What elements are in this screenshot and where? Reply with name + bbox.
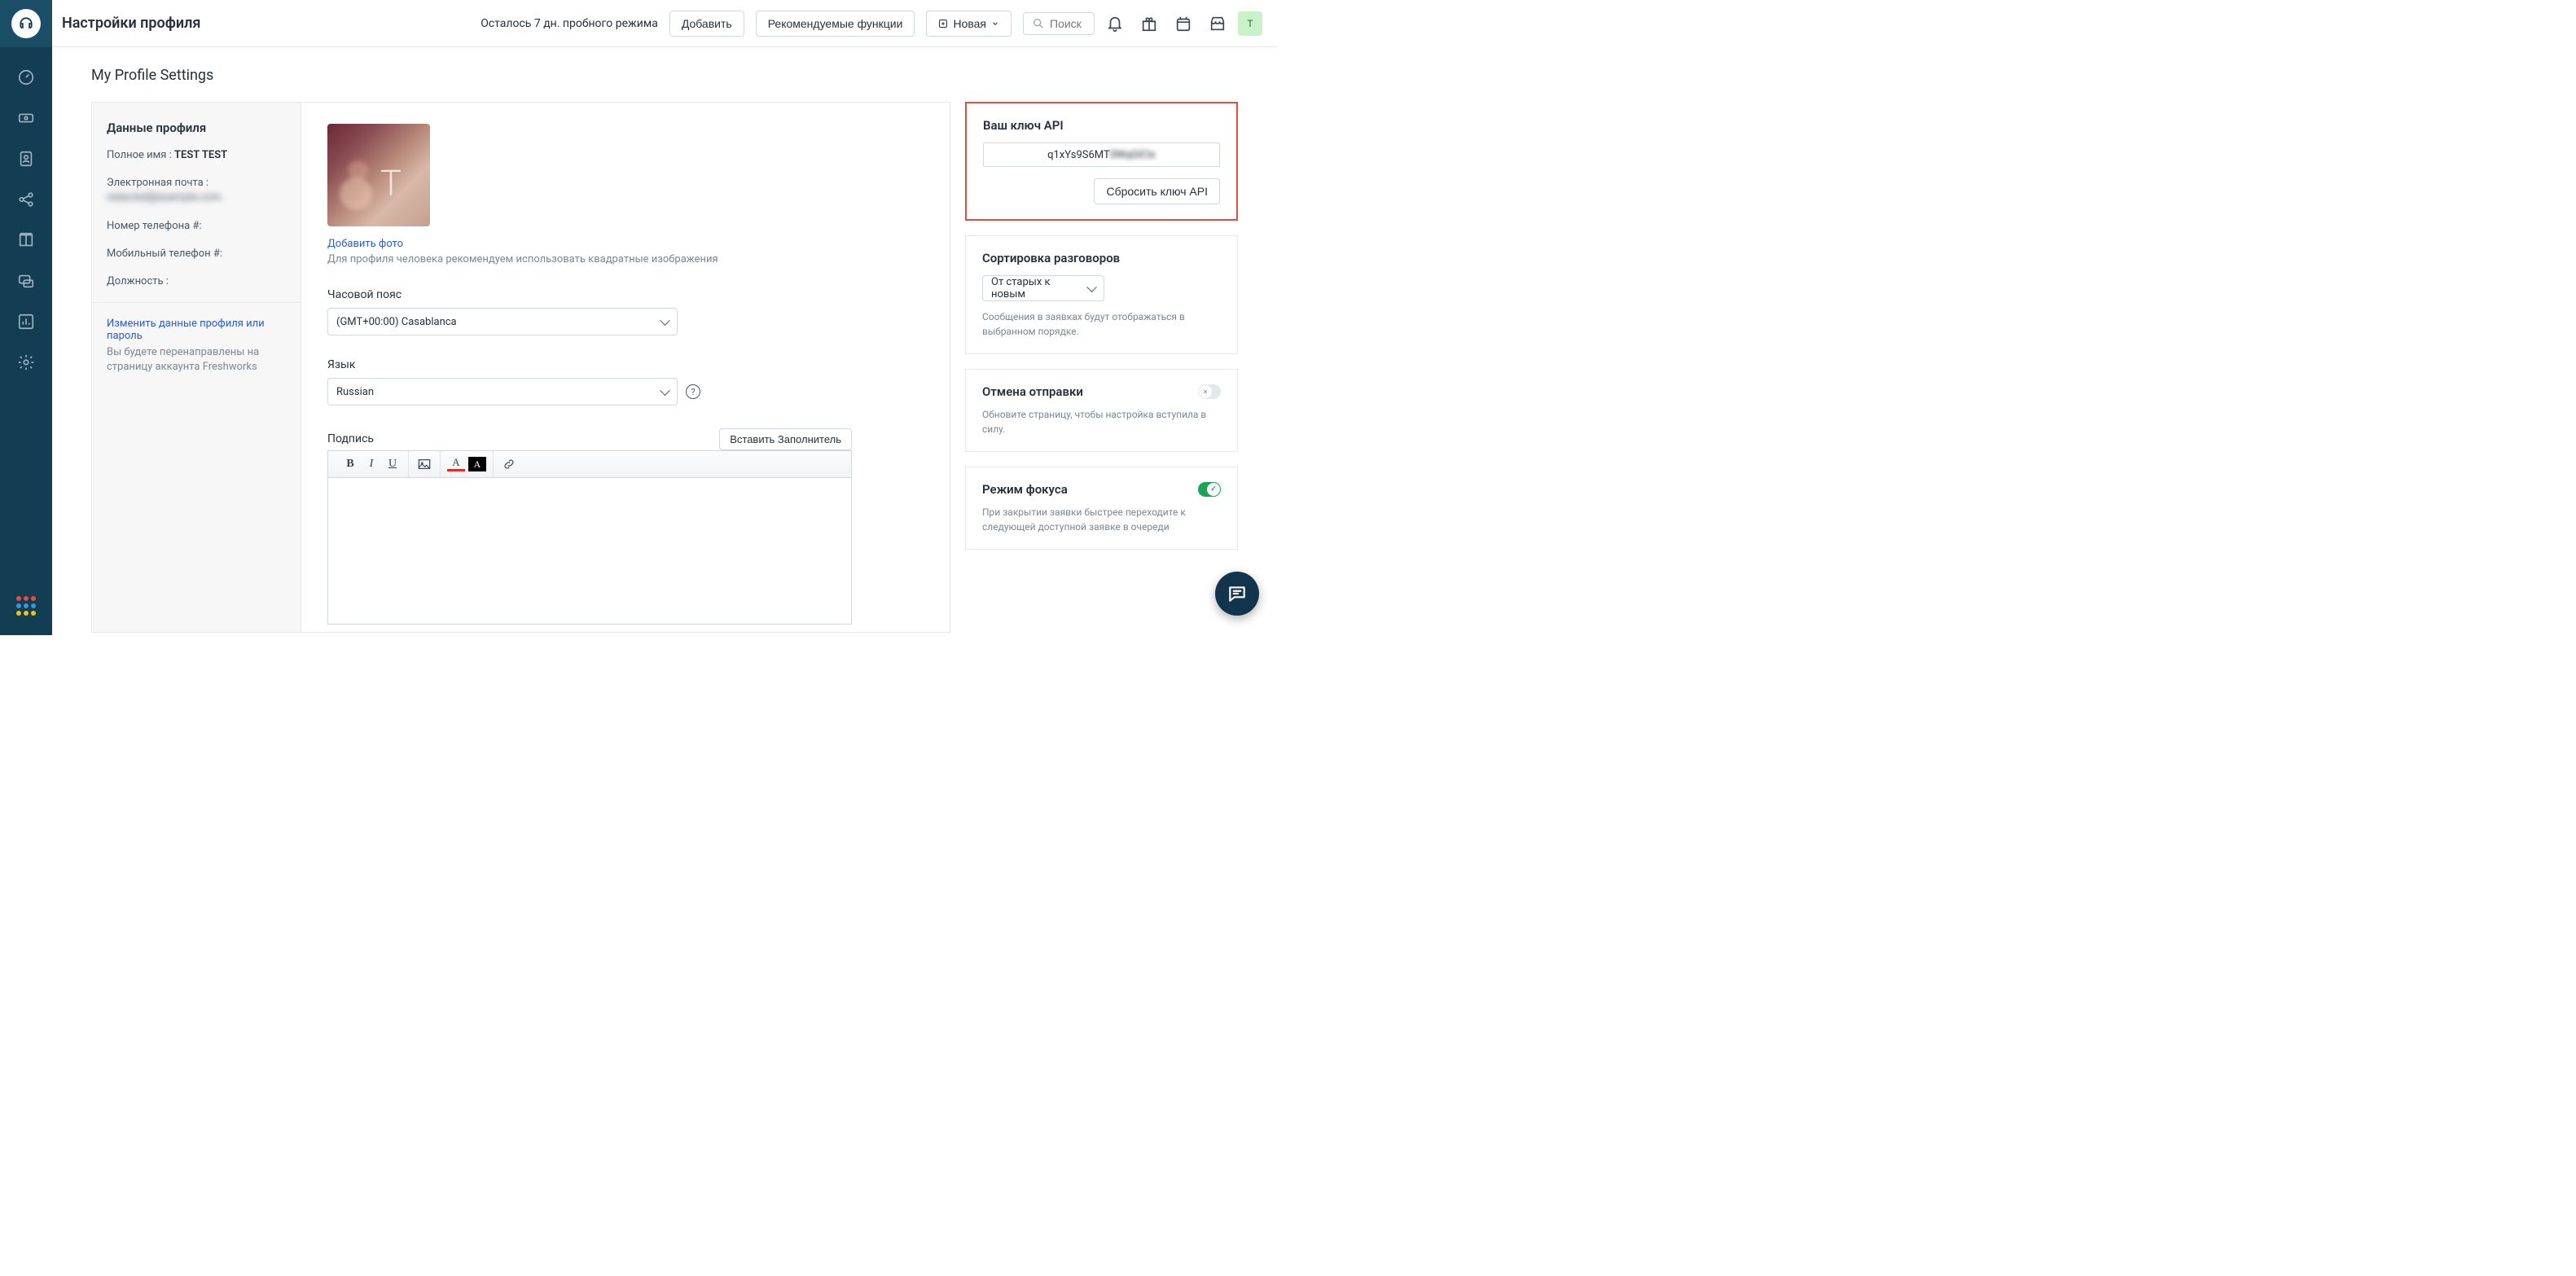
timezone-group: Часовой пояс (GMT+00:00) Casablanca: [327, 288, 924, 335]
chevron-down-icon: [991, 20, 999, 28]
profile-data-heading: Данные профиля: [107, 121, 286, 135]
app-logo[interactable]: [0, 0, 52, 47]
marketplace-icon[interactable]: [1209, 15, 1227, 33]
recommended-features-button[interactable]: Рекомендуемые функции: [756, 11, 915, 37]
contacts-icon[interactable]: [17, 150, 35, 168]
sort-title: Сортировка разговоров: [982, 251, 1221, 265]
topbar-icons: [1106, 15, 1227, 33]
search-input[interactable]: [1050, 17, 1086, 30]
text-color-button[interactable]: A: [445, 455, 467, 473]
edit-profile-link[interactable]: Изменить данные профиля или пароль: [107, 318, 286, 342]
new-button[interactable]: Новая: [926, 11, 1012, 37]
analytics-icon[interactable]: [17, 313, 35, 331]
underline-button[interactable]: U: [382, 455, 403, 473]
search-icon: [1032, 17, 1045, 30]
timezone-label: Часовой пояс: [327, 288, 924, 301]
undo-hint: Обновите страницу, чтобы настройка вступ…: [982, 407, 1221, 436]
social-icon[interactable]: [17, 191, 35, 208]
italic-button[interactable]: I: [361, 455, 382, 473]
edit-profile-hint: Вы будете перенаправлены на страницу акк…: [107, 345, 286, 375]
undo-title: Отмена отправки: [982, 384, 1083, 399]
image-button[interactable]: [414, 455, 435, 473]
language-group: Язык Russian ?: [327, 358, 924, 406]
profile-data-panel: Данные профиля Полное имя : TEST TEST Эл…: [91, 102, 301, 633]
sidebar-nav: [17, 68, 35, 371]
bold-button[interactable]: B: [340, 455, 361, 473]
left-sidebar: [0, 0, 52, 635]
calendar-icon[interactable]: [1174, 15, 1192, 33]
app-root: Настройки профиля Осталось 7 дн. пробног…: [0, 0, 1277, 635]
sort-select[interactable]: От старых к новым: [982, 275, 1104, 301]
api-key-field[interactable]: q1xYs9S6MT0WqGlClx: [983, 143, 1220, 167]
divider: [92, 302, 301, 303]
api-key-title: Ваш ключ API: [983, 118, 1220, 133]
plus-icon: [938, 19, 948, 29]
sort-conversations-card: Сортировка разговоров От старых к новым …: [965, 235, 1238, 354]
headset-icon: [18, 15, 34, 32]
position-row: Должность :: [107, 274, 286, 289]
profile-form-panel: T Добавить фото Для профиля человека рек…: [301, 102, 950, 633]
full-name-row: Полное имя : TEST TEST: [107, 148, 286, 163]
chat-icon[interactable]: [17, 272, 35, 290]
topbar: Настройки профиля Осталось 7 дн. пробног…: [52, 0, 1277, 47]
search-box[interactable]: [1023, 12, 1095, 35]
link-button[interactable]: [498, 455, 520, 473]
undo-send-card: Отмена отправки Обновите страницу, чтобы…: [965, 369, 1238, 452]
insert-placeholder-button[interactable]: Вставить Заполнитель: [719, 428, 852, 450]
bell-icon[interactable]: [1106, 15, 1124, 33]
api-key-card: Ваш ключ API q1xYs9S6MT0WqGlClx Сбросить…: [965, 102, 1238, 221]
focus-mode-card: Режим фокуса При закрытии заявки быстрее…: [965, 467, 1238, 550]
editor-toolbar: B I U A: [327, 450, 852, 478]
content: My Profile Settings Данные профиля Полно…: [52, 47, 1277, 635]
photo-hint: Для профиля человека рекомендуем использ…: [327, 253, 924, 265]
chat-bubble-icon: [1227, 583, 1248, 604]
mobile-row: Мобильный телефон #:: [107, 247, 286, 261]
right-panel: Ваш ключ API q1xYs9S6MT0WqGlClx Сбросить…: [965, 102, 1238, 633]
chat-fab[interactable]: [1215, 572, 1259, 616]
trial-status: Осталось 7 дн. пробного режима: [481, 17, 658, 30]
user-avatar[interactable]: T: [1238, 11, 1262, 36]
sort-hint: Сообщения в заявках будут отображаться в…: [982, 309, 1221, 339]
profile-avatar: T: [327, 124, 430, 226]
dashboard-icon[interactable]: [17, 68, 35, 86]
settings-icon[interactable]: [17, 353, 35, 371]
signature-group: Подпись Вставить Заполнитель B I U: [327, 428, 924, 625]
focus-hint: При закрытии заявки быстрее переходите к…: [982, 505, 1221, 534]
scroll-gap: [950, 102, 965, 633]
tickets-icon[interactable]: [17, 109, 35, 127]
bg-color-button[interactable]: A: [467, 455, 488, 473]
profile-layout: Данные профиля Полное имя : TEST TEST Эл…: [91, 102, 1238, 633]
help-icon[interactable]: ?: [686, 384, 700, 399]
add-photo-link[interactable]: Добавить фото: [327, 238, 924, 250]
reset-api-key-button[interactable]: Сбросить ключ API: [1094, 178, 1220, 204]
undo-toggle[interactable]: [1198, 384, 1221, 399]
signature-label: Подпись: [327, 432, 374, 445]
language-label: Язык: [327, 358, 924, 371]
app-switcher[interactable]: [16, 596, 36, 616]
phone-row: Номер телефона #:: [107, 219, 286, 234]
language-select[interactable]: Russian: [327, 378, 678, 406]
page-title: My Profile Settings: [91, 67, 1238, 84]
solutions-icon[interactable]: [17, 231, 35, 249]
topbar-title: Настройки профиля: [62, 15, 200, 32]
add-button[interactable]: Добавить: [669, 11, 744, 37]
focus-title: Режим фокуса: [982, 482, 1068, 497]
signature-editor[interactable]: [327, 478, 852, 625]
gift-icon[interactable]: [1140, 15, 1158, 33]
focus-toggle[interactable]: [1198, 482, 1221, 497]
timezone-select[interactable]: (GMT+00:00) Casablanca: [327, 308, 678, 335]
main-region: Настройки профиля Осталось 7 дн. пробног…: [52, 0, 1277, 635]
email-row: Электронная почта : redacted@example.com: [107, 176, 286, 205]
